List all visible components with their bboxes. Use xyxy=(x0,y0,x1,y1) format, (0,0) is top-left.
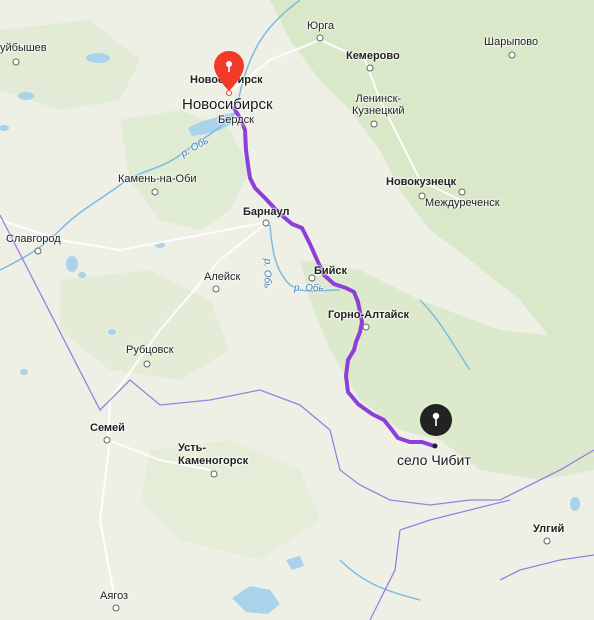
city-dot-kemerovo xyxy=(366,64,374,72)
city-dot-semey xyxy=(103,436,111,444)
city-dot-leninsk xyxy=(370,120,378,128)
city-dot-barnaul xyxy=(262,219,270,227)
city-label-kamen: Камень-на-Оби xyxy=(118,173,197,185)
city-dot-ayagoz xyxy=(112,604,120,612)
city-label-kemerovo: Кемерово xyxy=(346,50,400,62)
city-label-gorno: Горно-Алтайск xyxy=(328,309,409,321)
city-label-biysk: Бийск xyxy=(314,265,348,277)
map-view[interactable]: уйбышев Юрга Кемерово Шарыпово Новосибир… xyxy=(0,0,594,620)
city-label-sharypovo: Шарыпово xyxy=(484,36,539,48)
river-label-ob-south: р. Обь xyxy=(294,283,324,294)
city-dot-ulgiy xyxy=(543,537,551,545)
city-label-slavgorod: Славгород xyxy=(6,233,61,245)
city-dot-sharypovo xyxy=(508,51,516,59)
map-canvas[interactable] xyxy=(0,0,594,620)
city-label-mezhdurechensk: Междуреченск xyxy=(425,197,500,209)
city-label-ayagoz: Аягоз xyxy=(100,590,129,602)
city-label-semey: Семей xyxy=(90,422,125,434)
city-dot-slavgorod xyxy=(34,247,42,255)
end-point xyxy=(432,443,438,449)
city-label-ulgiy: Улгий xyxy=(533,523,565,535)
city-dot-kuybyshev xyxy=(12,58,20,66)
location-pin-icon xyxy=(214,51,244,91)
river-label-ob-vertical: р. Обь xyxy=(261,258,273,289)
city-dot-kamen xyxy=(151,188,159,196)
location-pin-icon xyxy=(420,404,452,436)
start-label: Новосибирск xyxy=(182,96,273,113)
end-pin[interactable] xyxy=(419,403,453,442)
city-label-barnaul: Барнаул xyxy=(243,206,290,218)
city-label-rubtsovsk: Рубцовск xyxy=(126,344,174,356)
city-label-yurga: Юрга xyxy=(307,20,335,32)
city-label-novokuznetsk: Новокузнецк xyxy=(386,176,456,188)
city-label-leninsk: Ленинск- Кузнецкий xyxy=(352,93,405,117)
city-dot-yurga xyxy=(316,34,324,42)
city-dot-rubtsovsk xyxy=(143,360,151,368)
city-label-kuybyshev: уйбышев xyxy=(0,42,47,54)
city-dot-gorno xyxy=(362,323,370,331)
city-label-berdsk: Бердск xyxy=(218,114,254,126)
city-dot-aleysk xyxy=(212,285,220,293)
city-dot-ust-kam xyxy=(210,470,218,478)
city-dot-mezhdurechensk xyxy=(458,188,466,196)
city-label-aleysk: Алейск xyxy=(204,271,241,283)
city-label-ust-kam: Усть- Каменогорск xyxy=(178,442,249,467)
end-label: село Чибит xyxy=(397,452,471,468)
